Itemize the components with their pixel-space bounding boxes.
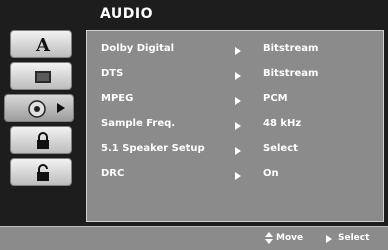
letter-a-icon: A: [35, 35, 51, 55]
footer-bar: Move Select: [0, 226, 388, 250]
row-value: Bitstream: [263, 68, 319, 79]
menu-title: AUDIO: [100, 6, 154, 22]
padlock-closed-icon: [37, 164, 49, 181]
select-arrow-icon: [326, 235, 332, 243]
settings-panel: Dolby Digital Bitstream DTS Bitstream MP…: [86, 30, 384, 222]
row-label: DRC: [101, 168, 125, 179]
pointer-arrow-icon: [235, 47, 241, 55]
row-label: Dolby Digital: [101, 43, 175, 54]
menu-row[interactable]: Sample Freq. 48 kHz: [87, 116, 385, 136]
svg-text:A: A: [35, 35, 51, 55]
menu-row[interactable]: Dolby Digital Bitstream: [87, 41, 385, 61]
tab-audio[interactable]: [4, 94, 74, 122]
row-value: On: [263, 168, 279, 179]
pointer-arrow-icon: [235, 97, 241, 105]
tab-display[interactable]: [10, 62, 72, 90]
select-hint: Select: [338, 233, 370, 243]
row-value: Select: [263, 143, 298, 154]
pointer-arrow-icon: [235, 172, 241, 180]
tab-language[interactable]: A: [10, 30, 72, 58]
monitor-icon: [35, 71, 51, 83]
padlock-icon: [37, 132, 49, 149]
menu-row[interactable]: 5.1 Speaker Setup Select: [87, 141, 385, 161]
menu-row[interactable]: DRC On: [87, 166, 385, 186]
row-label: MPEG: [101, 93, 134, 104]
menu-row[interactable]: MPEG PCM: [87, 91, 385, 111]
speaker-icon: [28, 100, 46, 118]
menu-row[interactable]: DTS Bitstream: [87, 66, 385, 86]
pointer-arrow-icon: [235, 72, 241, 80]
tab-lock[interactable]: [10, 126, 72, 154]
row-label: Sample Freq.: [101, 118, 176, 129]
row-value: 48 kHz: [263, 118, 302, 129]
row-value: PCM: [263, 93, 288, 104]
pointer-arrow-icon: [235, 122, 241, 130]
row-label: DTS: [101, 68, 124, 79]
tab-others[interactable]: [10, 158, 72, 186]
category-sidebar: A: [4, 30, 82, 220]
pointer-arrow-icon: [235, 147, 241, 155]
up-down-arrows-icon: [264, 232, 274, 246]
dvd-setup-screen: AUDIO A Dolby Digital Bitstream DTS Bits…: [0, 0, 388, 250]
row-label: 5.1 Speaker Setup: [101, 143, 205, 154]
move-hint: Move: [276, 233, 304, 243]
active-tab-arrow-icon: [57, 103, 65, 113]
row-value: Bitstream: [263, 43, 319, 54]
